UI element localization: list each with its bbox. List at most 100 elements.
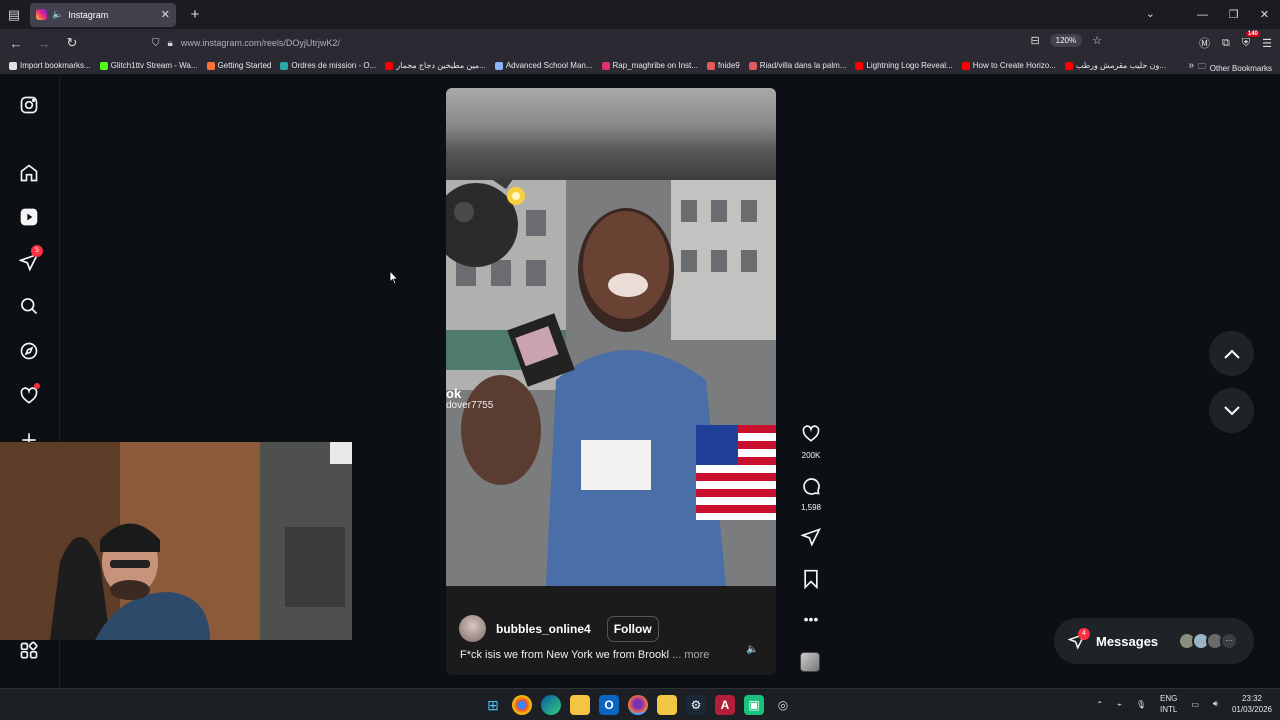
network-off-icon[interactable]: ⌁ bbox=[1117, 700, 1122, 709]
bookmark-item[interactable]: ون حليب مقرمش ورطب... bbox=[1064, 61, 1166, 70]
list-all-tabs-icon[interactable]: ⌄ bbox=[1146, 7, 1155, 20]
shield-icon[interactable]: ⛉ bbox=[152, 38, 160, 49]
microphone-icon[interactable]: 🎙︎ bbox=[1136, 700, 1146, 709]
reload-button[interactable]: ↻ bbox=[60, 35, 84, 51]
heart-icon bbox=[802, 425, 820, 442]
tray-overflow-icon[interactable]: ⌃ bbox=[1096, 700, 1103, 709]
steam-icon[interactable]: ⚙ bbox=[686, 695, 706, 715]
edge-icon[interactable] bbox=[541, 695, 561, 715]
forward-button[interactable]: → bbox=[32, 36, 56, 51]
chevron-down-icon bbox=[1223, 405, 1240, 415]
bookmark-item[interactable]: Getting Started bbox=[206, 61, 271, 70]
more-options-icon[interactable]: ••• bbox=[797, 611, 825, 627]
lock-icon[interactable]: 🔒︎ bbox=[168, 38, 173, 49]
display-icon[interactable]: ▭ bbox=[1191, 700, 1199, 709]
bookmark-item[interactable]: fnide9 bbox=[706, 61, 740, 70]
webcam-overlay bbox=[0, 442, 352, 640]
close-tab-icon[interactable]: ✕ bbox=[161, 8, 170, 21]
bookmark-favicon-icon bbox=[1064, 61, 1073, 70]
bookmark-favicon-icon bbox=[494, 61, 503, 70]
messages-label: Messages bbox=[1096, 633, 1159, 649]
instagram-logo-icon[interactable] bbox=[18, 94, 40, 116]
bookmark-label: مين مطبخين دجاج محمار... bbox=[396, 61, 486, 70]
bookmark-favicon-icon bbox=[748, 61, 757, 70]
comment-button[interactable]: 1,598 bbox=[797, 476, 825, 512]
tab-list-icon[interactable]: ▤ bbox=[0, 0, 28, 29]
tab-title: Instagram bbox=[68, 9, 109, 20]
extension-badge-icon[interactable]: ⛨ 140 bbox=[1242, 30, 1260, 50]
reel-player[interactable]: ok dover7755 bbox=[446, 88, 776, 675]
bookmark-item[interactable]: How to Create Horizo... bbox=[961, 61, 1056, 70]
heart-notifications-icon[interactable] bbox=[18, 383, 40, 407]
back-button[interactable]: ← bbox=[4, 36, 28, 51]
menu-icon[interactable]: ☰ bbox=[1262, 37, 1272, 50]
reels-icon[interactable] bbox=[18, 206, 40, 228]
mouse-cursor-icon bbox=[389, 269, 399, 290]
webcam-scene bbox=[0, 442, 352, 640]
more-bookmarks-icon[interactable]: » bbox=[1188, 60, 1194, 71]
audio-track-thumbnail[interactable] bbox=[800, 652, 820, 672]
chevron-up-icon bbox=[1223, 349, 1240, 359]
minimize-button[interactable]: — bbox=[1187, 9, 1218, 21]
author-username[interactable]: bubbles_online4 bbox=[496, 622, 591, 636]
previous-reel-button[interactable] bbox=[1209, 331, 1254, 376]
home-icon[interactable] bbox=[18, 162, 40, 184]
file-explorer-icon[interactable] bbox=[570, 695, 590, 715]
firefox-icon[interactable] bbox=[628, 695, 648, 715]
reel-video-frame[interactable]: ok dover7755 bbox=[446, 180, 776, 586]
bookmark-favicon-icon bbox=[961, 61, 970, 70]
close-window-button[interactable]: ✕ bbox=[1249, 8, 1280, 21]
bookmark-label: How to Create Horizo... bbox=[972, 61, 1056, 70]
new-tab-button[interactable]: + bbox=[182, 3, 208, 27]
url-text[interactable]: www.instagram.com/reels/DOyjUtrjwK2/ bbox=[181, 38, 340, 48]
account-icon[interactable]: Ⓜ bbox=[1199, 35, 1210, 51]
bookmark-item[interactable]: Glitch1ttv Stream - Wa... bbox=[99, 61, 198, 70]
like-button[interactable]: 200K bbox=[797, 424, 825, 460]
explore-icon[interactable] bbox=[18, 340, 40, 362]
windows-start-icon[interactable]: ⊞ bbox=[483, 695, 503, 715]
url-bar[interactable]: ⛉ 🔒︎ www.instagram.com/reels/DOyjUtrjwK2… bbox=[152, 32, 1102, 54]
direct-messages-icon[interactable]: 5 bbox=[18, 245, 43, 273]
chrome-icon[interactable] bbox=[512, 695, 532, 715]
bookmark-item[interactable]: Rap_maghribe on Inst... bbox=[601, 61, 698, 70]
app-green-icon[interactable]: ▣ bbox=[744, 695, 764, 715]
bookmark-item[interactable]: Advanced School Man... bbox=[494, 61, 593, 70]
bookmark-favicon-icon bbox=[9, 61, 17, 70]
zoom-level[interactable]: 120% bbox=[1049, 34, 1083, 47]
notes-app-icon[interactable] bbox=[657, 695, 677, 715]
search-icon[interactable] bbox=[18, 295, 40, 317]
save-button[interactable] bbox=[797, 569, 825, 594]
speaker-icon[interactable]: 🔈 bbox=[52, 9, 63, 20]
share-button[interactable] bbox=[797, 527, 825, 552]
author-avatar[interactable] bbox=[459, 615, 486, 642]
bookmark-label: Ordres de mission - O... bbox=[291, 61, 377, 70]
next-reel-button[interactable] bbox=[1209, 388, 1254, 433]
bookmark-item[interactable]: Ordres de mission - O... bbox=[280, 61, 376, 70]
reel-caption[interactable]: F*ck isis we from New York we from Brook… bbox=[460, 649, 709, 661]
language-indicator[interactable]: ENG INTL bbox=[1160, 693, 1177, 715]
audio-toggle-icon[interactable]: 🔈 bbox=[746, 644, 758, 655]
reader-view-icon[interactable]: ⊟ bbox=[1030, 34, 1039, 47]
bookmarks-bar: Import bookmarks... Glitch1ttv Stream - W… bbox=[0, 57, 1280, 75]
app-a-icon[interactable]: A bbox=[715, 695, 735, 715]
bookmark-item[interactable]: Lightning Logo Reveal... bbox=[855, 61, 953, 70]
comment-icon bbox=[803, 478, 820, 495]
volume-icon[interactable]: 🔊︎ bbox=[1213, 699, 1218, 709]
other-bookmarks-folder[interactable]: 🗀 Other Bookmarks bbox=[1198, 61, 1272, 74]
bookmark-item[interactable]: Riad/villa dans la palm... bbox=[748, 61, 846, 70]
system-clock[interactable]: 23:32 01/03/2026 bbox=[1232, 693, 1272, 715]
extensions-icon[interactable]: ⧉ bbox=[1222, 37, 1230, 50]
more-apps-icon[interactable] bbox=[18, 640, 40, 662]
tab-instagram[interactable]: 🔈 Instagram ✕ bbox=[30, 2, 176, 27]
app-notification-icon[interactable]: ◎ bbox=[773, 695, 793, 715]
caption-more-link[interactable]: ... more bbox=[672, 649, 709, 661]
bookmark-item[interactable]: مين مطبخين دجاج محمار... bbox=[385, 61, 486, 70]
bookmark-star-icon[interactable]: ☆ bbox=[1092, 34, 1102, 47]
follow-button[interactable]: Follow bbox=[606, 615, 659, 642]
outlook-icon[interactable]: O bbox=[599, 695, 619, 715]
windows-taskbar: ⊞ O ⚙ A ▣ ◎ ⌃ ⌁ 🎙︎ ENG INTL ▭ 🔊︎ 23:32 0… bbox=[0, 688, 1280, 720]
bookmark-favicon-icon bbox=[706, 61, 715, 70]
bookmark-item[interactable]: Import bookmarks... bbox=[9, 61, 91, 70]
restore-button[interactable]: ❐ bbox=[1218, 8, 1249, 21]
messages-button[interactable]: 4 Messages ··· bbox=[1054, 618, 1254, 664]
